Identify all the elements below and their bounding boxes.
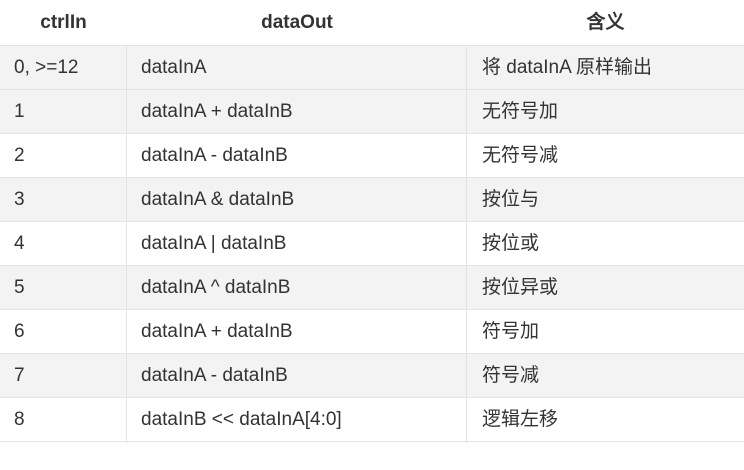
ctrlin-cell: 8	[14, 408, 25, 430]
table-row: 0, >=12 dataInA 将 dataInA 原样输出	[0, 46, 744, 90]
column-divider	[126, 46, 127, 443]
table-row: 1 dataInA + dataInB 无符号加	[0, 90, 744, 134]
ctrlin-cell: 5	[14, 276, 25, 298]
table-row: 3 dataInA & dataInB 按位与	[0, 178, 744, 222]
table-row: 4 dataInA | dataInB 按位或	[0, 222, 744, 266]
dataout-cell: dataInA - dataInB	[141, 364, 288, 386]
dataout-cell: dataInA ^ dataInB	[141, 276, 291, 298]
meaning-cell: 按位或	[482, 232, 540, 254]
meaning-cell: 将 dataInA 原样输出	[482, 56, 653, 78]
table-row: 5 dataInA ^ dataInB 按位异或	[0, 266, 744, 310]
meaning-cell: 按位与	[482, 188, 540, 210]
ctrlin-cell: 1	[14, 100, 25, 122]
header-ctrlin: ctrlIn	[40, 11, 87, 33]
ctrlin-cell: 0, >=12	[14, 56, 79, 78]
ctrlin-cell: 2	[14, 144, 25, 166]
dataout-cell: dataInA & dataInB	[141, 188, 295, 210]
dataout-cell: dataInA + dataInB	[141, 320, 293, 342]
table-row: 6 dataInA + dataInB 符号加	[0, 310, 744, 354]
meaning-cell: 逻辑左移	[482, 408, 559, 430]
meaning-cell: 无符号加	[482, 100, 559, 122]
meaning-cell: 按位异或	[482, 276, 559, 298]
table-row: 2 dataInA - dataInB 无符号减	[0, 134, 744, 178]
table-row: 7 dataInA - dataInB 符号减	[0, 354, 744, 398]
meaning-cell: 符号加	[482, 320, 540, 342]
alu-operation-table: ctrlIn dataOut 含义 0, >=12 dataInA 将 data…	[0, 0, 744, 443]
header-dataout: dataOut	[261, 11, 333, 33]
dataout-cell: dataInA	[141, 56, 207, 78]
meaning-cell: 无符号减	[482, 144, 559, 166]
dataout-cell: dataInB << dataInA[4:0]	[141, 408, 342, 430]
ctrlin-cell: 6	[14, 320, 25, 342]
dataout-cell: dataInA + dataInB	[141, 100, 293, 122]
ctrlin-cell: 3	[14, 188, 25, 210]
dataout-cell: dataInA - dataInB	[141, 144, 288, 166]
ctrlin-cell: 7	[14, 364, 25, 386]
column-divider	[466, 46, 467, 443]
header-meaning: 含义	[586, 11, 625, 33]
meaning-cell: 符号减	[482, 364, 540, 386]
dataout-cell: dataInA | dataInB	[141, 232, 287, 254]
table-header: ctrlIn dataOut 含义	[0, 0, 744, 46]
table-row: 8 dataInB << dataInA[4:0] 逻辑左移	[0, 398, 744, 442]
ctrlin-cell: 4	[14, 232, 25, 254]
